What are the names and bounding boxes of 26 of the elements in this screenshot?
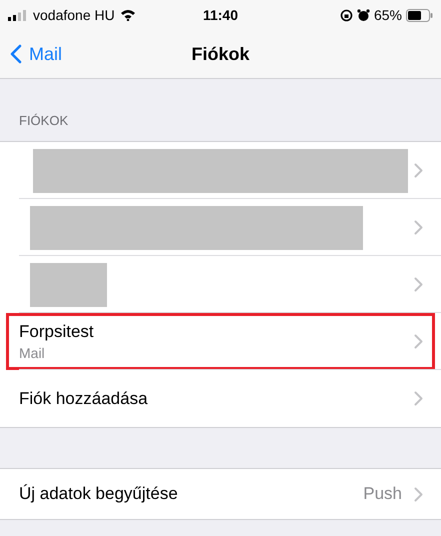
alarm-icon [356,8,370,22]
settings-row[interactable]: Új adatok begyűjtése Push [0,469,441,519]
chevron-icon [414,334,423,349]
wifi-icon [120,9,136,21]
status-time: 11:40 [202,6,238,24]
setting-label: Új adatok begyűjtése [19,483,178,506]
add-account-label: Fiók hozzáadása [19,388,148,410]
chevron-icon [414,163,423,178]
back-button[interactable]: Mail [10,40,62,68]
rotation-lock-icon [340,8,353,22]
account-row[interactable]: Fiók hozzáadása [0,370,441,427]
chevron-icon [414,220,423,235]
chevron-icon [414,391,423,406]
battery-percent: 65% [374,6,402,24]
setting-value: Push [363,483,402,506]
account-row[interactable]: Forpsitest Mail [6,313,435,370]
battery-icon [406,8,433,22]
screen-title: Fiókok [191,42,250,66]
chevron-icon [414,277,423,292]
chevron-icon [414,486,423,502]
back-chevron-icon [10,44,22,64]
account-type: Mail [19,344,46,362]
account-name: Forpsitest [19,320,94,342]
carrier-name: vodafone HU [33,6,115,24]
section-header: FIÓKOK [19,113,68,128]
signal-icon [8,10,28,20]
